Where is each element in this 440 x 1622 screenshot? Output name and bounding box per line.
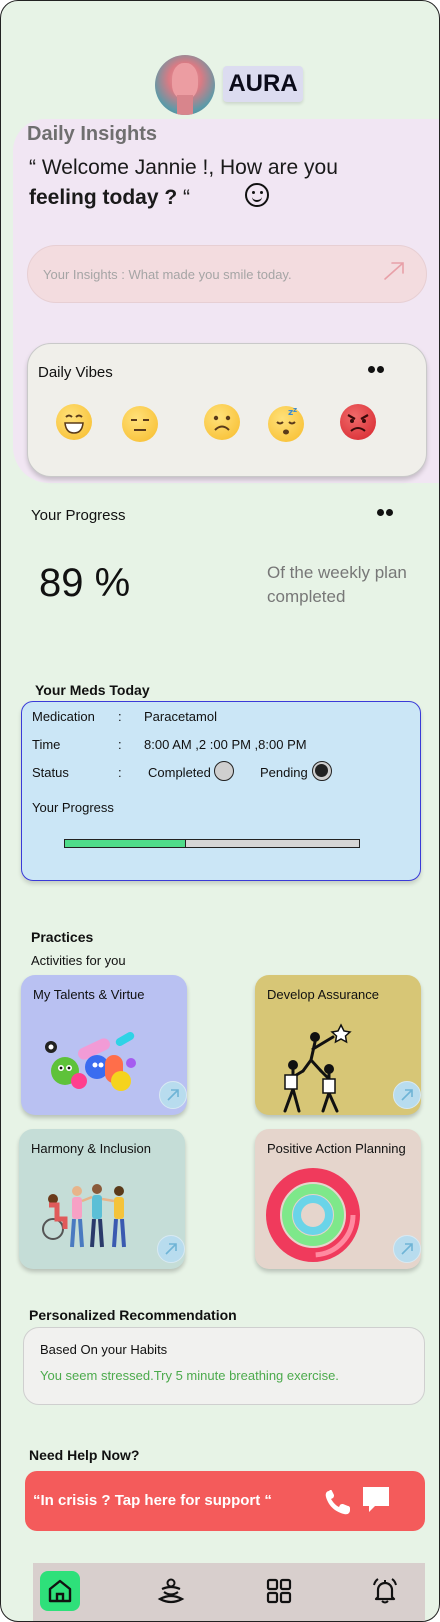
meds-progress-label: Your Progress bbox=[32, 800, 114, 815]
practice-card-assurance[interactable]: Develop Assurance bbox=[255, 975, 421, 1115]
welcome-prefix: “ Welcome Jannie !, How are you bbox=[29, 156, 338, 179]
meds-title: Your Meds Today bbox=[35, 682, 150, 698]
meds-card: Medication : Paracetamol Time : 8:00 AM … bbox=[21, 701, 421, 881]
app-screen: AURA Daily Insights “ Welcome Jannie !, … bbox=[0, 0, 440, 1622]
chat-icon[interactable] bbox=[361, 1485, 391, 1515]
welcome-suffix: “ bbox=[183, 186, 191, 209]
practice-card-title: My Talents & Virtue bbox=[33, 987, 145, 1002]
progress-more-icon[interactable] bbox=[377, 509, 395, 517]
diverse-people-illustration bbox=[42, 1184, 126, 1248]
svg-text:z: z bbox=[293, 406, 297, 414]
recommendation-title: Personalized Recommendation bbox=[29, 1307, 237, 1323]
insight-input[interactable] bbox=[27, 245, 427, 303]
expressionless-face-icon[interactable] bbox=[122, 406, 158, 442]
insights-title: Daily Insights bbox=[27, 123, 158, 145]
time-value: 8:00 AM ,2 :00 PM ,8:00 PM bbox=[144, 737, 307, 752]
meds-progress-bar bbox=[64, 839, 360, 848]
meds-progress-fill bbox=[65, 840, 186, 847]
avatar-neck bbox=[177, 95, 193, 115]
colon: : bbox=[118, 737, 122, 752]
activity-rings-illustration bbox=[266, 1168, 360, 1262]
daily-vibes-title: Daily Vibes bbox=[38, 364, 113, 381]
completed-radio[interactable] bbox=[214, 761, 234, 781]
smiley-icon bbox=[245, 183, 269, 207]
arrow-up-right-icon[interactable] bbox=[157, 1235, 185, 1263]
recommendation-message: You seem stressed.Try 5 minute breathing… bbox=[40, 1368, 339, 1383]
welcome-message: “ Welcome Jannie !, How are you feeling … bbox=[29, 153, 359, 213]
practice-card-harmony[interactable]: Harmony & Inclusion bbox=[19, 1129, 185, 1269]
pending-label: Pending bbox=[260, 765, 308, 780]
completed-label: Completed bbox=[148, 765, 211, 780]
medication-label: Medication bbox=[32, 709, 95, 724]
colon: : bbox=[118, 765, 122, 780]
practices-title: Practices bbox=[31, 929, 94, 945]
progress-percent: 89 % bbox=[39, 561, 131, 605]
arrow-up-right-icon[interactable] bbox=[393, 1081, 421, 1109]
colorful-shapes-illustration bbox=[45, 1032, 136, 1091]
crisis-support-banner[interactable]: “In crisis ? Tap here for support “ bbox=[25, 1471, 425, 1531]
recommendation-subtitle: Based On your Habits bbox=[40, 1342, 168, 1357]
crisis-banner-text: “In crisis ? Tap here for support “ bbox=[33, 1492, 272, 1509]
sleeping-face-icon[interactable]: zz bbox=[268, 406, 304, 442]
send-arrow-icon[interactable] bbox=[383, 259, 405, 281]
daily-vibes-card: Daily Vibes zz bbox=[27, 343, 427, 477]
avatar-face bbox=[172, 63, 198, 99]
arrow-up-right-icon[interactable] bbox=[393, 1235, 421, 1263]
colon: : bbox=[118, 709, 122, 724]
avatar[interactable] bbox=[155, 55, 215, 115]
bell-icon[interactable] bbox=[365, 1571, 405, 1611]
practice-card-positive-action[interactable]: Positive Action Planning bbox=[255, 1129, 421, 1269]
grinning-face-icon[interactable] bbox=[56, 404, 92, 440]
grid-icon[interactable] bbox=[259, 1571, 299, 1611]
welcome-bold: feeling today ? bbox=[29, 186, 184, 209]
practice-card-talents[interactable]: My Talents & Virtue bbox=[21, 975, 187, 1115]
progress-caption: Of the weekly plan completed bbox=[267, 563, 407, 606]
phone-icon[interactable] bbox=[323, 1488, 353, 1516]
angry-face-icon[interactable] bbox=[340, 404, 376, 440]
arrow-up-right-icon[interactable] bbox=[159, 1081, 187, 1109]
time-label: Time bbox=[32, 737, 61, 752]
more-options-icon[interactable] bbox=[368, 366, 386, 374]
status-label: Status bbox=[32, 765, 69, 780]
medication-value: Paracetamol bbox=[144, 709, 217, 724]
practice-card-title: Positive Action Planning bbox=[267, 1141, 406, 1156]
meditation-icon[interactable] bbox=[151, 1571, 191, 1611]
recommendation-card[interactable]: Based On your Habits You seem stressed.T… bbox=[23, 1327, 425, 1405]
help-title: Need Help Now? bbox=[29, 1447, 140, 1463]
frowning-face-icon[interactable] bbox=[204, 404, 240, 440]
practices-subtitle: Activities for you bbox=[31, 953, 126, 968]
progress-title: Your Progress bbox=[31, 507, 126, 524]
app-logo: AURA bbox=[223, 66, 303, 102]
home-icon[interactable] bbox=[40, 1571, 80, 1611]
practice-card-title: Harmony & Inclusion bbox=[31, 1141, 151, 1156]
practice-card-title: Develop Assurance bbox=[267, 987, 380, 1002]
bottom-nav bbox=[33, 1563, 425, 1621]
pending-radio[interactable] bbox=[312, 761, 332, 781]
teamwork-reaching-star-illustration bbox=[283, 1023, 352, 1113]
